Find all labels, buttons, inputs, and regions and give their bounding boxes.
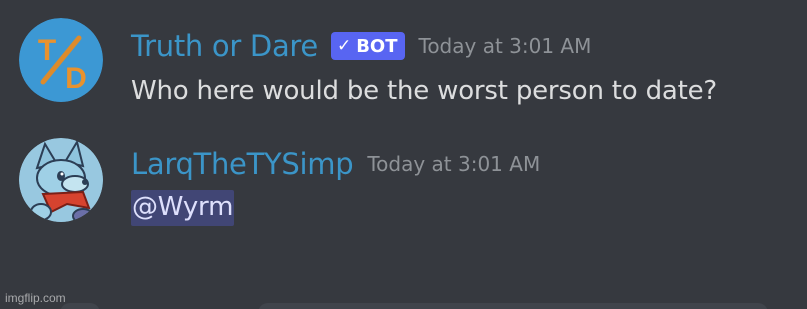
bot-badge: ✓ BOT bbox=[330, 32, 405, 60]
message-timestamp[interactable]: Today at 3:01 AM bbox=[419, 26, 592, 66]
chat-area: T D Truth or Dare ✓ BOT Today at 3:01 AM… bbox=[0, 0, 807, 309]
truth-or-dare-avatar-icon[interactable]: T D bbox=[19, 18, 103, 102]
svg-text:T: T bbox=[38, 34, 56, 67]
message-content: Who here would be the worst person to da… bbox=[131, 76, 717, 106]
svg-text:D: D bbox=[65, 62, 87, 95]
watermark: imgflip.com bbox=[5, 291, 66, 305]
truth-or-dare-logo-icon: T D bbox=[19, 18, 103, 102]
username[interactable]: LarqTheTYSimp bbox=[131, 144, 354, 184]
checkmark-icon: ✓ bbox=[336, 36, 352, 56]
wolf-avatar-icon[interactable] bbox=[19, 138, 103, 222]
bot-badge-label: BOT bbox=[356, 35, 398, 57]
composer-edge bbox=[60, 303, 100, 309]
message-header: LarqTheTYSimp Today at 3:01 AM bbox=[131, 144, 540, 184]
username[interactable]: Truth or Dare bbox=[131, 26, 318, 66]
message-header: Truth or Dare ✓ BOT Today at 3:01 AM bbox=[131, 26, 591, 66]
wolf-character-icon bbox=[19, 138, 103, 222]
user-mention[interactable]: @Wyrm bbox=[131, 190, 235, 226]
composer-edge bbox=[258, 303, 768, 309]
message-timestamp[interactable]: Today at 3:01 AM bbox=[367, 144, 540, 184]
message-content: @Wyrm bbox=[131, 190, 235, 226]
